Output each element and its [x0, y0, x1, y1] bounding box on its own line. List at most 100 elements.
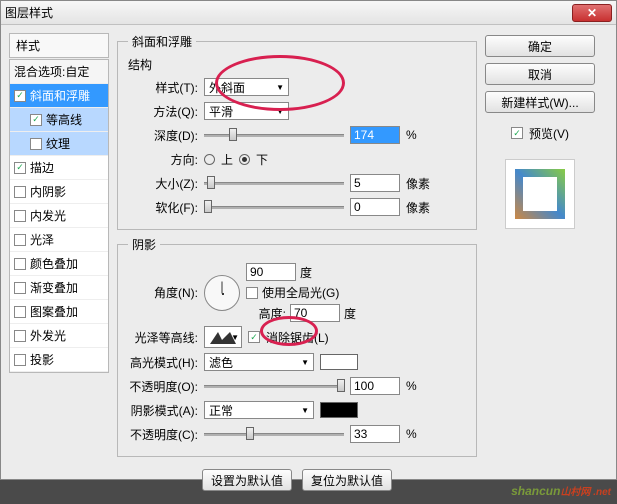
- style-label: 纹理: [46, 135, 70, 152]
- styles-panel: 样式 混合选项:自定 斜面和浮雕等高线纹理描边内阴影内发光光泽颜色叠加渐变叠加图…: [9, 33, 109, 491]
- shadow-opacity-input[interactable]: 33: [350, 425, 400, 443]
- blend-options[interactable]: 混合选项:自定: [10, 60, 108, 84]
- highlight-opacity-slider[interactable]: [204, 378, 344, 394]
- style-checkbox[interactable]: [14, 282, 26, 294]
- style-checkbox[interactable]: [30, 114, 42, 126]
- style-item[interactable]: 内阴影: [10, 180, 108, 204]
- soften-input[interactable]: 0: [350, 198, 400, 216]
- bevel-legend: 斜面和浮雕: [128, 33, 196, 50]
- technique-label: 方法(Q):: [128, 103, 198, 120]
- style-item[interactable]: 纹理: [10, 132, 108, 156]
- styles-header: 样式: [9, 33, 109, 58]
- ok-button[interactable]: 确定: [485, 35, 595, 57]
- style-label: 样式(T):: [128, 79, 198, 96]
- style-label: 内发光: [30, 207, 66, 224]
- size-slider[interactable]: [204, 175, 344, 191]
- cancel-button[interactable]: 取消: [485, 63, 595, 85]
- style-item[interactable]: 斜面和浮雕: [10, 84, 108, 108]
- size-input[interactable]: 5: [350, 174, 400, 192]
- style-checkbox[interactable]: [14, 354, 26, 366]
- style-item[interactable]: 图案叠加: [10, 300, 108, 324]
- global-light-label: 使用全局光(G): [262, 284, 339, 301]
- angle-label: 角度(N):: [128, 284, 198, 301]
- structure-group: 结构 样式(T): 外斜面▼ 方法(Q): 平滑▼ 深度(D): 174 % 方…: [128, 56, 466, 221]
- style-checkbox[interactable]: [14, 234, 26, 246]
- direction-down-radio[interactable]: [239, 154, 250, 165]
- antialias-label: 消除锯齿(L): [266, 329, 329, 346]
- style-label: 图案叠加: [30, 303, 78, 320]
- style-item[interactable]: 等高线: [10, 108, 108, 132]
- altitude-input[interactable]: 70: [290, 304, 340, 322]
- style-checkbox[interactable]: [14, 306, 26, 318]
- antialias-checkbox[interactable]: [248, 331, 260, 343]
- angle-dial[interactable]: [204, 275, 240, 311]
- style-label: 描边: [30, 159, 54, 176]
- shadow-color-swatch[interactable]: [320, 402, 358, 418]
- depth-input[interactable]: 174: [350, 126, 400, 144]
- reset-default-button[interactable]: 复位为默认值: [302, 469, 392, 491]
- gloss-contour-picker[interactable]: ▼: [204, 326, 242, 348]
- highlight-mode-label: 高光模式(H):: [128, 354, 198, 371]
- altitude-label: 高度:: [246, 305, 286, 322]
- style-item[interactable]: 渐变叠加: [10, 276, 108, 300]
- chevron-down-icon: ▼: [276, 107, 284, 116]
- soften-slider[interactable]: [204, 199, 344, 215]
- style-label: 颜色叠加: [30, 255, 78, 272]
- close-button[interactable]: ✕: [572, 4, 612, 22]
- global-light-checkbox[interactable]: [246, 287, 258, 299]
- style-item[interactable]: 内发光: [10, 204, 108, 228]
- highlight-color-swatch[interactable]: [320, 354, 358, 370]
- shadow-opacity-label: 不透明度(C):: [128, 426, 198, 443]
- shading-group: 阴影 角度(N): 90 度 使用全局光(G) 高度: 70 度 光泽等高线: …: [117, 236, 477, 457]
- preview-thumbnail: [505, 159, 575, 229]
- style-label: 渐变叠加: [30, 279, 78, 296]
- new-style-button[interactable]: 新建样式(W)...: [485, 91, 595, 113]
- style-dropdown[interactable]: 外斜面▼: [204, 78, 289, 96]
- preview-checkbox[interactable]: [511, 127, 523, 139]
- highlight-mode-dropdown[interactable]: 滤色▼: [204, 353, 314, 371]
- shadow-mode-label: 阴影模式(A):: [128, 402, 198, 419]
- style-item[interactable]: 颜色叠加: [10, 252, 108, 276]
- watermark: shancun山村网 .net: [511, 482, 611, 500]
- chevron-down-icon: ▼: [231, 333, 239, 342]
- bevel-group: 斜面和浮雕 结构 样式(T): 外斜面▼ 方法(Q): 平滑▼ 深度(D): 1…: [117, 33, 477, 230]
- gloss-contour-label: 光泽等高线:: [128, 329, 198, 346]
- highlight-opacity-label: 不透明度(O):: [128, 378, 198, 395]
- window-title: 图层样式: [5, 4, 53, 21]
- style-item[interactable]: 描边: [10, 156, 108, 180]
- style-label: 内阴影: [30, 183, 66, 200]
- style-item[interactable]: 光泽: [10, 228, 108, 252]
- make-default-button[interactable]: 设置为默认值: [202, 469, 292, 491]
- titlebar: 图层样式 ✕: [1, 1, 616, 25]
- shading-legend: 阴影: [128, 236, 160, 253]
- size-label: 大小(Z):: [128, 175, 198, 192]
- style-item[interactable]: 外发光: [10, 324, 108, 348]
- shadow-mode-dropdown[interactable]: 正常▼: [204, 401, 314, 419]
- soften-label: 软化(F):: [128, 199, 198, 216]
- style-checkbox[interactable]: [30, 138, 42, 150]
- style-checkbox[interactable]: [14, 330, 26, 342]
- technique-dropdown[interactable]: 平滑▼: [204, 102, 289, 120]
- style-label: 投影: [30, 351, 54, 368]
- angle-input[interactable]: 90: [246, 263, 296, 281]
- style-checkbox[interactable]: [14, 186, 26, 198]
- style-checkbox[interactable]: [14, 258, 26, 270]
- shadow-opacity-slider[interactable]: [204, 426, 344, 442]
- pct-unit: %: [406, 128, 436, 142]
- styles-list: 混合选项:自定 斜面和浮雕等高线纹理描边内阴影内发光光泽颜色叠加渐变叠加图案叠加…: [9, 59, 109, 373]
- style-checkbox[interactable]: [14, 162, 26, 174]
- px-unit: 像素: [406, 175, 436, 192]
- style-label: 光泽: [30, 231, 54, 248]
- highlight-opacity-input[interactable]: 100: [350, 377, 400, 395]
- style-checkbox[interactable]: [14, 90, 26, 102]
- direction-label: 方向:: [128, 151, 198, 168]
- direction-up-radio[interactable]: [204, 154, 215, 165]
- style-label: 等高线: [46, 111, 82, 128]
- style-checkbox[interactable]: [14, 210, 26, 222]
- preview-label: 预览(V): [529, 125, 569, 142]
- depth-label: 深度(D):: [128, 127, 198, 144]
- structure-legend: 结构: [128, 56, 466, 73]
- style-item[interactable]: 投影: [10, 348, 108, 372]
- chevron-down-icon: ▼: [276, 83, 284, 92]
- depth-slider[interactable]: [204, 127, 344, 143]
